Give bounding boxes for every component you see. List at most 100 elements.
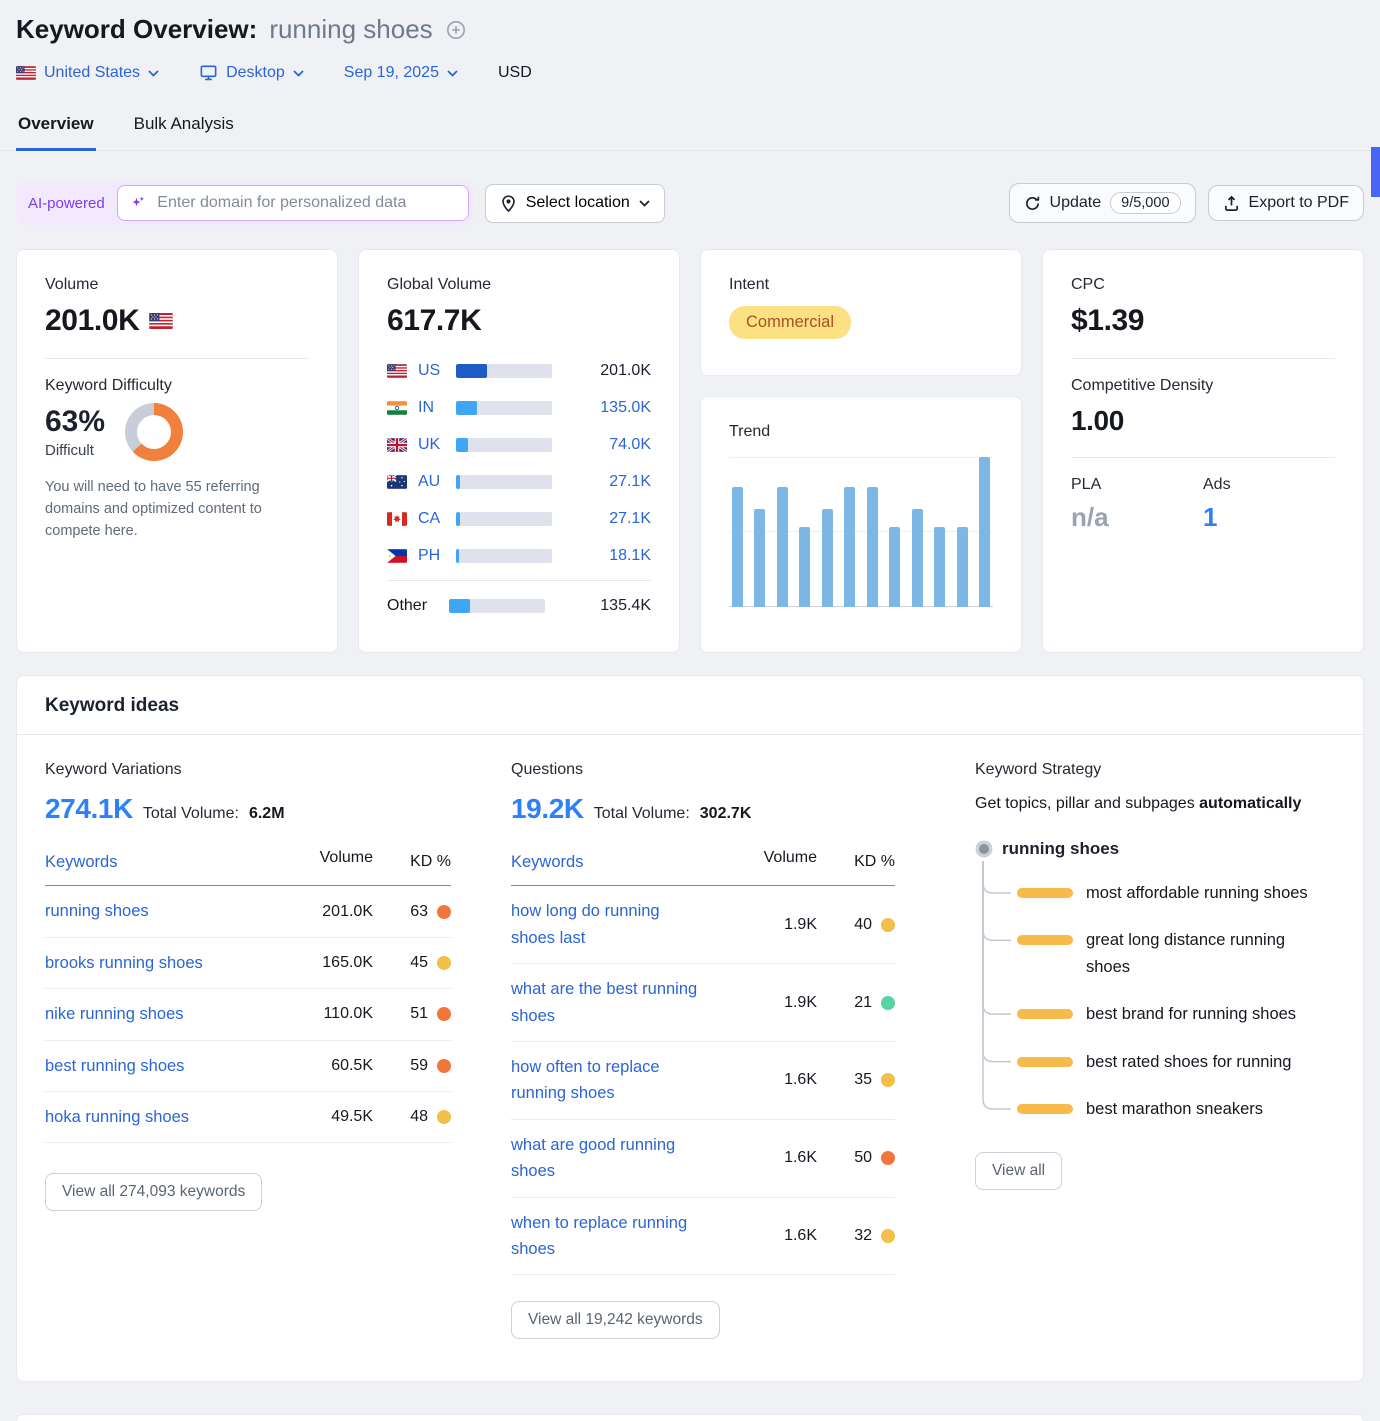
global-volume-row: UK 74.0K (387, 426, 651, 463)
table-row: nike running shoes110.0K51 (45, 989, 451, 1040)
us-flag-icon (387, 364, 409, 378)
country-link[interactable]: PH (418, 547, 450, 565)
ai-domain-group: AI-powered (16, 181, 473, 225)
add-keyword-icon[interactable] (445, 19, 467, 41)
view-all-questions-button[interactable]: View all 19,242 keywords (511, 1301, 720, 1339)
country-link[interactable]: US (418, 362, 450, 380)
questions-title: Questions (511, 761, 895, 779)
filter-bar: United States Desktop Sep 19, 2025 USD (16, 63, 1364, 82)
keyword-variations-section: Keyword Variations 274.1K Total Volume: … (45, 761, 451, 1339)
keyword-volume: 110.0K (223, 1005, 373, 1023)
chevron-down-icon (447, 70, 458, 77)
tab-overview[interactable]: Overview (16, 108, 96, 151)
country-volume-value[interactable]: 74.0K (609, 436, 651, 454)
country-volume-value[interactable]: 27.1K (609, 510, 651, 528)
trend-bar (732, 487, 743, 607)
export-pdf-button[interactable]: Export to PDF (1208, 185, 1364, 221)
ads-value: 1 (1203, 502, 1335, 533)
intent-label: Intent (729, 276, 993, 294)
questions-table-header: Keywords Volume KD % (511, 849, 895, 886)
difficulty-note: You will need to have 55 referring domai… (45, 477, 309, 542)
variations-title: Keyword Variations (45, 761, 451, 779)
country-volume-value[interactable]: 135.0K (600, 399, 651, 417)
keyword-link[interactable]: what are the best running shoes (511, 976, 701, 1029)
chevron-down-icon (639, 200, 650, 207)
kd-level-dot (881, 1151, 895, 1165)
kd-level-dot (437, 905, 451, 919)
country-link[interactable]: UK (418, 436, 450, 454)
country-dropdown[interactable]: United States (16, 64, 159, 82)
ph-flag-icon (387, 549, 409, 563)
keyword-link[interactable]: when to replace running shoes (511, 1210, 701, 1263)
keyword-kd: 32 (817, 1227, 895, 1245)
intent-badge: Commercial (729, 306, 851, 339)
table-row: when to replace running shoes1.6K32 (511, 1198, 895, 1276)
keyword-volume: 201.0K (223, 903, 373, 921)
keyword-link[interactable]: what are good running shoes (511, 1132, 701, 1185)
global-volume-row: PH 18.1K (387, 537, 651, 574)
table-row: what are good running shoes1.6K50 (511, 1120, 895, 1198)
keyword-ideas-title: Keyword ideas (17, 676, 1363, 735)
update-button[interactable]: Update 9/5,000 (1009, 183, 1196, 223)
keyword-link[interactable]: hoka running shoes (45, 1104, 223, 1130)
subpage-label: best brand for running shoes (1086, 1001, 1314, 1027)
country-link[interactable]: IN (418, 399, 450, 417)
column-volume: Volume (701, 849, 817, 875)
cpc-value: $1.39 (1071, 304, 1335, 338)
questions-section: Questions 19.2K Total Volume: 302.7K Key… (511, 761, 895, 1339)
table-row: best running shoes60.5K59 (45, 1041, 451, 1092)
trend-bar (777, 487, 788, 607)
kd-level-dot (437, 1007, 451, 1021)
keyword-link[interactable]: running shoes (45, 898, 223, 924)
kd-level-dot (881, 1229, 895, 1243)
questions-total-label: Total Volume: (594, 805, 690, 823)
variations-total-label: Total Volume: (143, 805, 239, 823)
trend-chart (729, 457, 993, 607)
export-pdf-label: Export to PDF (1249, 194, 1349, 212)
page-header: Keyword Overview: running shoes (16, 14, 1364, 45)
trend-label: Trend (729, 423, 993, 441)
tab-bulk-analysis[interactable]: Bulk Analysis (132, 108, 236, 151)
country-volume-value[interactable]: 27.1K (609, 473, 651, 491)
keyword-strategy-section: Keyword Strategy Get topics, pillar and … (975, 761, 1335, 1339)
subpage-label: best marathon sneakers (1086, 1096, 1314, 1122)
select-location-button[interactable]: Select location (485, 184, 665, 223)
keyword-link[interactable]: brooks running shoes (45, 950, 223, 976)
global-volume-label: Global Volume (387, 276, 651, 294)
subpage-label: best rated shoes for running (1086, 1049, 1314, 1075)
table-row: hoka running shoes49.5K48 (45, 1092, 451, 1143)
subpage-pill-icon (1017, 935, 1073, 945)
device-dropdown-label: Desktop (226, 64, 285, 82)
country-link[interactable]: CA (418, 510, 450, 528)
volume-bar-track (456, 512, 552, 526)
subpage-label: great long distance running shoes (1086, 927, 1314, 980)
volume-bar-track (456, 438, 552, 452)
trend-bar (867, 487, 878, 607)
country-volume-value[interactable]: 18.1K (609, 547, 651, 565)
volume-card: Volume 201.0K Keyword Difficulty 63% Dif… (16, 249, 338, 653)
table-row: how often to replace running shoes1.6K35 (511, 1042, 895, 1120)
date-dropdown[interactable]: Sep 19, 2025 (344, 64, 458, 82)
root-node-icon (979, 844, 989, 854)
scrollbar-thumb[interactable] (1371, 147, 1380, 197)
kd-level-dot (881, 996, 895, 1010)
keyword-link[interactable]: how long do running shoes last (511, 898, 701, 951)
page-title: Keyword Overview: (16, 14, 257, 45)
domain-input-box[interactable] (117, 185, 469, 221)
keyword-link[interactable]: how often to replace running shoes (511, 1054, 701, 1107)
global-volume-other-row: Other135.4K (387, 587, 651, 624)
questions-count: 19.2K (511, 793, 584, 825)
metric-cards: Volume 201.0K Keyword Difficulty 63% Dif… (16, 249, 1364, 653)
us-flag-icon (16, 66, 36, 80)
keyword-link[interactable]: best running shoes (45, 1053, 223, 1079)
domain-input[interactable] (155, 193, 455, 213)
global-volume-row: CA 27.1K (387, 500, 651, 537)
country-link[interactable]: AU (418, 473, 450, 491)
trend-bar (754, 509, 765, 607)
keyword-link[interactable]: nike running shoes (45, 1001, 223, 1027)
intent-card: Intent Commercial (700, 249, 1022, 376)
global-volume-card: Global Volume 617.7K US201.0KIN135.0KUK7… (358, 249, 680, 653)
view-all-variations-button[interactable]: View all 274,093 keywords (45, 1173, 262, 1211)
device-dropdown[interactable]: Desktop (199, 63, 304, 82)
view-all-strategy-button[interactable]: View all (975, 1152, 1062, 1190)
